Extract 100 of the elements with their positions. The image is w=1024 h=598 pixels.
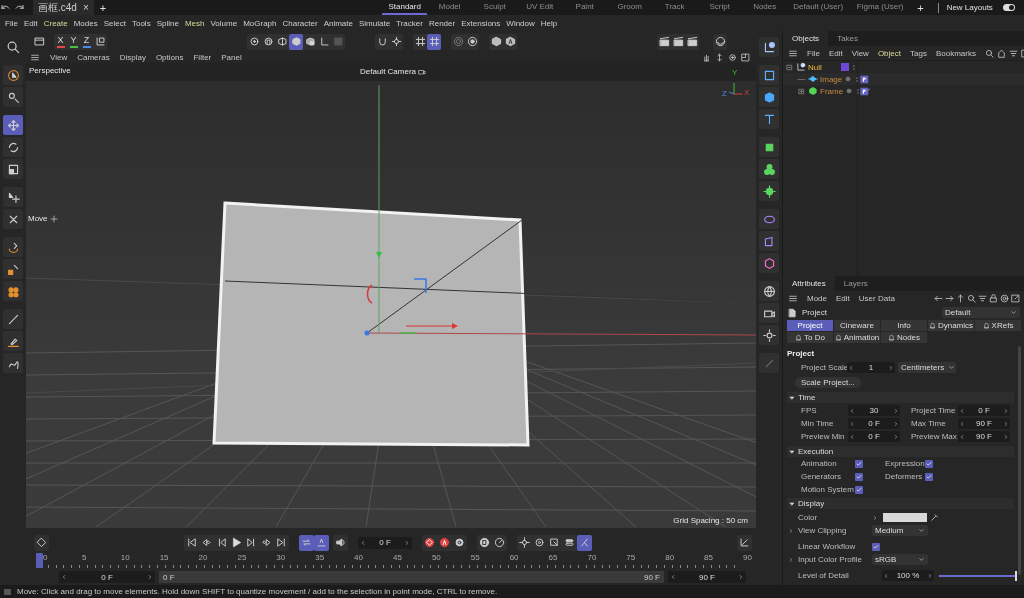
layout-tab[interactable]: Model bbox=[427, 0, 473, 15]
frame-tick-label: 80 bbox=[665, 553, 675, 562]
section-header[interactable]: Time bbox=[787, 392, 1014, 403]
layout-tab[interactable]: Paint bbox=[562, 0, 608, 15]
add-layout-button[interactable]: + bbox=[917, 1, 924, 14]
page-tab[interactable]: XRefs bbox=[975, 320, 1021, 331]
document-tab[interactable]: 画框.c4d × bbox=[33, 0, 94, 15]
page-tab[interactable]: Nodes bbox=[881, 332, 927, 343]
menu-item[interactable]: File bbox=[807, 48, 820, 58]
menu-item[interactable]: Mesh bbox=[184, 18, 205, 28]
menu-item[interactable]: Tracker bbox=[396, 18, 423, 28]
page-tab[interactable]: Dynamics bbox=[928, 320, 974, 331]
menu-item[interactable]: Edit bbox=[23, 18, 38, 28]
frame-tick-label: 90 bbox=[743, 553, 752, 562]
menu-item[interactable]: Edit bbox=[836, 293, 850, 303]
layout-tab[interactable]: Nodes bbox=[742, 0, 788, 15]
frame-tick-label: 40 bbox=[354, 553, 363, 562]
menu-item[interactable]: MoGraph bbox=[243, 18, 277, 28]
menu-item[interactable]: File bbox=[5, 18, 18, 28]
menu-item[interactable]: Select bbox=[103, 18, 126, 28]
new-tab-button[interactable]: + bbox=[99, 1, 107, 14]
menu-item[interactable]: View bbox=[851, 48, 869, 58]
viewport-menu-item[interactable]: Panel bbox=[221, 53, 242, 62]
dropdown[interactable]: Medium bbox=[872, 525, 928, 536]
layout-tab[interactable]: Figma (User) bbox=[849, 0, 912, 15]
menu-item[interactable]: Spline bbox=[156, 18, 179, 28]
viewport-menu-item[interactable]: Options bbox=[155, 53, 184, 62]
axis-lock-button[interactable]: X bbox=[54, 33, 67, 50]
menu-item[interactable]: Simulate bbox=[359, 18, 391, 28]
view-name[interactable]: Perspective bbox=[29, 66, 71, 75]
menu-item[interactable]: Create bbox=[43, 18, 68, 28]
object-name[interactable]: Frame bbox=[820, 86, 844, 96]
menu-item[interactable]: Animate bbox=[323, 18, 353, 28]
menu-item[interactable]: Help bbox=[540, 18, 558, 28]
panel-tab[interactable]: Takes bbox=[828, 31, 868, 46]
page-tab[interactable]: Animation bbox=[834, 332, 880, 343]
menu-item[interactable]: Window bbox=[506, 18, 535, 28]
frame-tick-label: 20 bbox=[198, 553, 208, 562]
viewport-menu-item[interactable]: Display bbox=[119, 53, 146, 62]
panel-tab[interactable]: Layers bbox=[834, 276, 877, 291]
menu-item[interactable]: Object bbox=[877, 48, 901, 58]
menu-item[interactable]: Modes bbox=[73, 18, 98, 28]
axis-label: Z bbox=[722, 89, 727, 98]
camera-name[interactable]: Default Camera bbox=[360, 67, 417, 76]
number-field[interactable]: 0 F bbox=[868, 419, 880, 428]
axis-lock-button[interactable]: Y bbox=[67, 33, 80, 50]
section-header[interactable]: Display bbox=[787, 498, 1014, 509]
current-frame-field[interactable]: 0 F bbox=[379, 538, 391, 547]
layout-tab[interactable]: Sculpt bbox=[472, 0, 518, 15]
section-title: Time bbox=[798, 393, 816, 402]
page-tab[interactable]: Project bbox=[787, 320, 833, 331]
range-start-label: 0 F bbox=[163, 572, 175, 582]
menu-item[interactable]: Volume bbox=[210, 18, 238, 28]
unit-dropdown[interactable]: Centimeters bbox=[898, 362, 956, 373]
checkbox-label: Deformers bbox=[885, 472, 924, 481]
number-field[interactable]: 0 F bbox=[868, 432, 880, 441]
layout-tab[interactable]: UV Edit bbox=[517, 0, 563, 15]
field-label: Input Color Profile bbox=[798, 555, 863, 564]
number-field[interactable]: 0 F bbox=[978, 406, 990, 415]
menu-item[interactable]: Tools bbox=[131, 18, 151, 28]
page-tab[interactable]: To Do bbox=[787, 332, 833, 343]
layout-tab[interactable]: Groom bbox=[607, 0, 653, 15]
menu-item[interactable]: User Data bbox=[858, 293, 895, 303]
menu-item[interactable]: Mode bbox=[807, 293, 827, 303]
menu-item[interactable]: Tags bbox=[910, 48, 927, 58]
section-header[interactable]: Execution bbox=[787, 446, 1014, 457]
panel-tab[interactable]: Attributes bbox=[783, 276, 835, 291]
field-label: View Clipping bbox=[798, 526, 847, 535]
close-tab-button[interactable]: × bbox=[82, 2, 89, 13]
section-title: Display bbox=[798, 499, 825, 508]
new-layouts-label: New Layouts bbox=[946, 3, 993, 12]
number-field[interactable]: 30 bbox=[869, 406, 879, 415]
number-field[interactable]: 1 bbox=[868, 363, 874, 372]
page-tab[interactable]: Cineware bbox=[834, 320, 880, 331]
menu-item[interactable]: Bookmarks bbox=[935, 48, 976, 58]
dropdown[interactable]: sRGB bbox=[872, 554, 928, 565]
frame-range-bar[interactable]: 0 F 90 F bbox=[159, 571, 664, 583]
page-tab[interactable]: Info bbox=[881, 320, 927, 331]
scale-project-button[interactable]: Scale Project... bbox=[795, 377, 861, 388]
menu-item[interactable]: Edit bbox=[828, 48, 843, 58]
object-type-label: Project bbox=[802, 308, 827, 317]
object-name[interactable]: Null bbox=[808, 62, 839, 72]
menu-item[interactable]: Character bbox=[282, 18, 318, 28]
layout-tab[interactable]: Script bbox=[697, 0, 743, 15]
document-title: 画框.c4d bbox=[38, 0, 77, 15]
field-label: Preview Min bbox=[801, 432, 843, 441]
viewport-menu-item[interactable]: Cameras bbox=[77, 53, 110, 62]
active-tool-label: Move bbox=[28, 214, 48, 223]
axis-lock-button[interactable]: Z bbox=[80, 33, 93, 50]
layout-tab[interactable]: Track bbox=[652, 0, 698, 15]
menu-item[interactable]: Extensions bbox=[461, 18, 501, 28]
end-frame-field[interactable]: 90 F bbox=[699, 572, 715, 582]
panel-tab[interactable]: Objects bbox=[783, 31, 829, 46]
preset-dropdown[interactable]: Default bbox=[942, 307, 1020, 318]
menu-item[interactable]: Render bbox=[428, 18, 456, 28]
viewport-menu-item[interactable]: View bbox=[50, 53, 68, 62]
start-frame-field[interactable]: 0 F bbox=[101, 572, 113, 582]
viewport-menu-item[interactable]: Filter bbox=[193, 53, 212, 62]
layout-tab[interactable]: Default (User) bbox=[787, 0, 850, 15]
section-title: Execution bbox=[798, 447, 834, 456]
